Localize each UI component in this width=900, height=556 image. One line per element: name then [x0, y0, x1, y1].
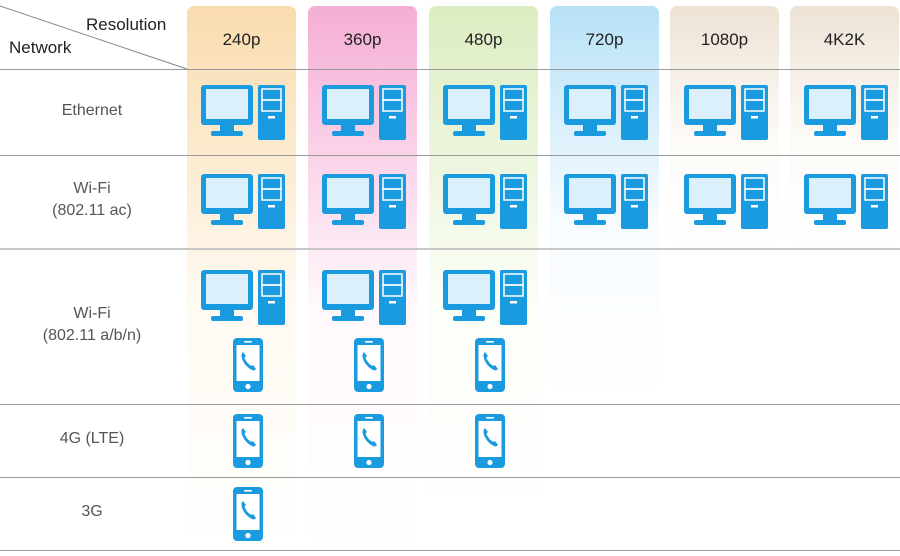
- row-divider: [0, 404, 900, 405]
- desktop-computer-icon: [443, 268, 527, 331]
- row-label-1: Wi-Fi (802.11 ac): [0, 178, 184, 222]
- smartphone-call-icon: [233, 414, 263, 473]
- desktop-computer-icon: [443, 172, 527, 235]
- smartphone-call-icon: [354, 338, 384, 397]
- desktop-computer-icon: [684, 172, 768, 235]
- desktop-computer-icon: [201, 172, 285, 235]
- row-label-network: 3G: [81, 503, 103, 520]
- smartphone-call-icon: [475, 338, 505, 397]
- row-divider: [0, 550, 900, 551]
- column-header-4k2k: 4K2K: [823, 30, 866, 49]
- column-header-480p: 480p: [464, 30, 503, 49]
- desktop-computer-icon: [322, 268, 406, 331]
- header-diagonal-divider: [0, 5, 188, 70]
- smartphone-call-icon: [233, 487, 263, 546]
- desktop-computer-icon: [322, 172, 406, 235]
- row-label-0: Ethernet: [0, 100, 184, 122]
- row-label-network: Wi-Fi: [73, 180, 111, 197]
- row-divider: [0, 155, 900, 156]
- network-header-label: Network: [9, 38, 72, 57]
- row-label-standard: (802.11 ac): [52, 202, 132, 219]
- row-label-standard: (802.11 a/b/n): [42, 327, 142, 344]
- desktop-computer-icon: [804, 172, 888, 235]
- row-label-4: 3G: [0, 501, 184, 523]
- row-label-network: Wi-Fi: [73, 305, 111, 322]
- row-label-2: Wi-Fi (802.11 a/b/n): [0, 303, 184, 347]
- smartphone-call-icon: [354, 414, 384, 473]
- column-header-1080p: 1080p: [700, 30, 749, 49]
- desktop-computer-icon: [201, 83, 285, 146]
- desktop-computer-icon: [322, 83, 406, 146]
- header-divider: [0, 69, 900, 70]
- row-divider: [0, 248, 900, 250]
- desktop-computer-icon: [564, 172, 648, 235]
- row-label-network: 4G (LTE): [59, 430, 125, 447]
- smartphone-call-icon: [475, 414, 505, 473]
- row-label-3: 4G (LTE): [0, 428, 184, 450]
- desktop-computer-icon: [684, 83, 768, 146]
- smartphone-call-icon: [233, 338, 263, 397]
- desktop-computer-icon: [804, 83, 888, 146]
- column-header-720p: 720p: [585, 30, 624, 49]
- desktop-computer-icon: [201, 268, 285, 331]
- column-header-360p: 360p: [343, 30, 382, 49]
- desktop-computer-icon: [564, 83, 648, 146]
- resolution-header-label: Resolution: [86, 15, 167, 34]
- row-divider: [0, 477, 900, 478]
- column-header-240p: 240p: [222, 30, 261, 49]
- row-label-network: Ethernet: [61, 101, 123, 119]
- desktop-computer-icon: [443, 83, 527, 146]
